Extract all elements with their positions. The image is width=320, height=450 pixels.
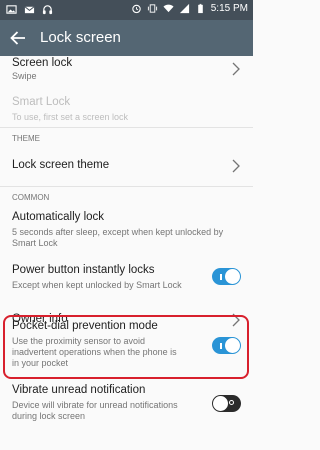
automatically-lock-summary-line1: 5 seconds after sleep, except when kept … (12, 227, 224, 237)
screen-lock-item[interactable]: Screen lock Swipe (0, 56, 253, 86)
vibrate-unread-summary-line1: Device will vibrate for unread notificat… (12, 400, 178, 410)
power-button-lock-summary: Except when kept unlocked by Smart Lock (12, 280, 182, 290)
signal-icon (179, 3, 189, 14)
smart-lock-title: Smart Lock (12, 96, 71, 108)
pocket-dial-summary-line1: Use the proximity sensor to avoid (12, 336, 146, 346)
lock-screen-theme-title: Lock screen theme (12, 159, 110, 171)
alarm-icon (132, 4, 141, 14)
pocket-dial-title: Pocket-dial prevention mode (12, 320, 158, 332)
toggle-off-mark (229, 400, 234, 405)
battery-icon (197, 3, 203, 14)
screen-lock-title: Screen lock (12, 57, 73, 69)
vibrate-icon (147, 4, 157, 13)
theme-section-header: THEME (12, 134, 40, 143)
divider (0, 186, 253, 187)
pocket-dial-item[interactable]: Pocket-dial prevention mode Use the prox… (0, 320, 253, 376)
arrow-left-icon[interactable] (8, 28, 28, 48)
toggle-knob (213, 396, 228, 411)
wifi-icon (163, 4, 174, 13)
automatically-lock-summary-line2: Smart Lock (12, 238, 58, 248)
vibrate-unread-item[interactable]: Vibrate unread notification Device will … (0, 384, 253, 430)
pocket-dial-toggle[interactable] (212, 337, 241, 354)
vibrate-unread-summary-line2: during lock screen (12, 411, 86, 421)
power-button-lock-title: Power button instantly locks (12, 264, 155, 276)
vibrate-unread-title: Vibrate unread notification (12, 384, 146, 396)
app-bar: Lock screen (0, 20, 253, 56)
vibrate-unread-toggle[interactable] (212, 395, 241, 412)
status-time: 5:15 PM (210, 3, 248, 14)
chevron-right-icon (232, 62, 240, 76)
lock-screen-theme-item[interactable]: Lock screen theme (0, 152, 253, 182)
power-button-lock-item[interactable]: Power button instantly locks Except when… (0, 262, 253, 298)
toggle-on-mark (220, 342, 222, 349)
screen-lock-summary: Swipe (12, 71, 37, 81)
smart-lock-item: Smart Lock To use, first set a screen lo… (0, 92, 253, 126)
pocket-dial-summary-line3: in your pocket (12, 358, 69, 368)
status-bar: 5:15 PM (0, 0, 253, 20)
mail-icon (24, 6, 35, 14)
pocket-dial-summary-line2: inadvertent operations when the phone is (12, 347, 177, 357)
power-button-lock-toggle[interactable] (212, 268, 241, 285)
chevron-right-icon (232, 159, 240, 173)
toggle-knob (225, 338, 240, 353)
divider (0, 127, 253, 128)
toggle-knob (225, 269, 240, 284)
page-title: Lock screen (40, 29, 121, 46)
common-section-header: COMMON (12, 193, 50, 202)
settings-list: Screen lock Swipe Smart Lock To use, fir… (0, 56, 253, 450)
headphones-icon (42, 5, 53, 15)
smart-lock-summary: To use, first set a screen lock (12, 112, 129, 122)
automatically-lock-item[interactable]: Automatically lock 5 seconds after sleep… (0, 208, 253, 256)
automatically-lock-title: Automatically lock (12, 211, 105, 223)
image-icon (6, 5, 17, 14)
toggle-on-mark (220, 273, 222, 280)
